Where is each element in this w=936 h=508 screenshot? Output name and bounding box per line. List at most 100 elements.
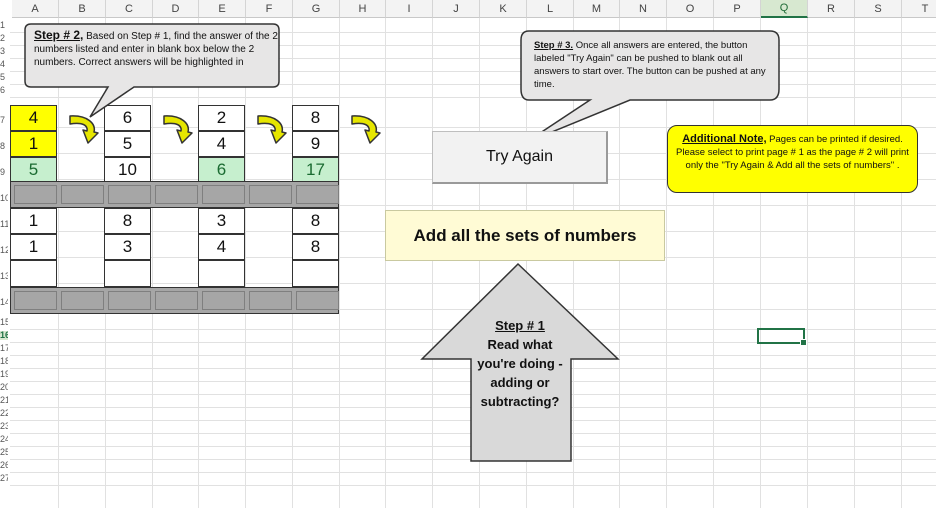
- column-header-f[interactable]: F: [246, 0, 293, 18]
- row-header-20[interactable]: 20: [0, 383, 8, 392]
- divider-segment: [296, 185, 339, 204]
- row-header-7[interactable]: 7: [0, 116, 8, 125]
- column-header-s[interactable]: S: [855, 0, 902, 18]
- column-header-c[interactable]: C: [106, 0, 153, 18]
- answer-cell[interactable]: 10: [104, 157, 151, 182]
- try-again-button[interactable]: Try Again: [432, 131, 608, 184]
- step1-line: Read what: [487, 337, 553, 352]
- step1-title: Step # 1: [495, 318, 545, 333]
- addend-bottom-cell[interactable]: 5: [104, 131, 151, 157]
- column-header-e[interactable]: E: [199, 0, 246, 18]
- column-header-t[interactable]: T: [902, 0, 936, 18]
- row-header-15[interactable]: 15: [0, 318, 8, 327]
- column-header-q[interactable]: Q: [761, 0, 808, 18]
- spreadsheet[interactable]: ABCDEFGHIJKLMNOPQRST 1 2 3 4 5 6 7 8 9 10 11 12 13 14…: [0, 0, 936, 508]
- addend-top-cell[interactable]: 3: [198, 208, 245, 234]
- row-header-10[interactable]: 10: [0, 194, 8, 203]
- column-header-b[interactable]: B: [59, 0, 106, 18]
- addend-bottom-cell[interactable]: 8: [292, 234, 339, 260]
- row-header-1[interactable]: 1: [0, 21, 8, 30]
- divider-segment: [249, 185, 292, 204]
- step3-text: Step # 3. Once all answers are entered, …: [534, 39, 772, 91]
- column-header-h[interactable]: H: [340, 0, 386, 18]
- addend-bottom-cell[interactable]: 4: [198, 234, 245, 260]
- row-header-14[interactable]: 14: [0, 298, 8, 307]
- answer-cell[interactable]: [10, 260, 57, 287]
- divider-segment: [108, 291, 151, 310]
- row-header-11[interactable]: 11: [0, 220, 8, 229]
- column-header-n[interactable]: N: [620, 0, 667, 18]
- row-header-18[interactable]: 18: [0, 357, 8, 366]
- divider-bar-2: [10, 287, 339, 314]
- row-header-4[interactable]: 4: [0, 60, 8, 69]
- column-header-k[interactable]: K: [480, 0, 527, 18]
- column-header-o[interactable]: O: [667, 0, 714, 18]
- answer-cell[interactable]: [292, 260, 339, 287]
- row-header-9[interactable]: 9: [0, 168, 8, 177]
- addend-top-cell[interactable]: 1: [10, 208, 57, 234]
- step2-title: Step # 2,: [34, 28, 84, 42]
- row-header-6[interactable]: 6: [0, 86, 8, 95]
- row-header-21[interactable]: 21: [0, 396, 8, 405]
- step2-text: Step # 2, Based on Step # 1, find the an…: [34, 29, 278, 69]
- row-header-23[interactable]: 23: [0, 422, 8, 431]
- answer-cell[interactable]: 17: [292, 157, 339, 182]
- addend-top-cell[interactable]: 8: [292, 105, 339, 131]
- addend-top-cell[interactable]: 8: [104, 208, 151, 234]
- row-header-5[interactable]: 5: [0, 73, 8, 82]
- addend-bottom-cell[interactable]: 1: [10, 234, 57, 260]
- row-header-17[interactable]: 17: [0, 344, 8, 353]
- divider-segment: [155, 291, 198, 310]
- addend-bottom-cell[interactable]: 1: [10, 131, 57, 157]
- divider-segment: [108, 185, 151, 204]
- addend-bottom-cell[interactable]: 9: [292, 131, 339, 157]
- curved-arrow-icon: [351, 115, 381, 144]
- divider-bar-1: [10, 181, 339, 208]
- additional-note: Additional Note, Pages can be printed if…: [667, 125, 918, 193]
- column-header-i[interactable]: I: [386, 0, 433, 18]
- column-header-a[interactable]: A: [12, 0, 59, 18]
- column-header-p[interactable]: P: [714, 0, 761, 18]
- divider-segment: [202, 185, 245, 204]
- divider-segment: [202, 291, 245, 310]
- divider-segment: [296, 291, 339, 310]
- step1-line: you're doing -: [477, 356, 563, 371]
- column-header-d[interactable]: D: [153, 0, 199, 18]
- row-header-25[interactable]: 25: [0, 448, 8, 457]
- answer-cell[interactable]: [104, 260, 151, 287]
- row-header-3[interactable]: 3: [0, 47, 8, 56]
- column-header-g[interactable]: G: [293, 0, 340, 18]
- step3-title: Step # 3.: [534, 40, 574, 51]
- divider-segment: [14, 291, 57, 310]
- answer-cell[interactable]: 6: [198, 157, 245, 182]
- row-header-8[interactable]: 8: [0, 142, 8, 151]
- column-header-l[interactable]: L: [527, 0, 574, 18]
- addend-bottom-cell[interactable]: 4: [198, 131, 245, 157]
- row-header-2[interactable]: 2: [0, 34, 8, 43]
- selected-cell[interactable]: [757, 328, 807, 346]
- step1-line: adding or: [490, 375, 550, 390]
- row-header-12[interactable]: 12: [0, 246, 8, 255]
- row-header-13[interactable]: 13: [0, 272, 8, 281]
- column-header-j[interactable]: J: [433, 0, 480, 18]
- addend-bottom-cell[interactable]: 3: [104, 234, 151, 260]
- divider-segment: [155, 185, 198, 204]
- row-header-27[interactable]: 27: [0, 474, 8, 483]
- column-header-m[interactable]: M: [574, 0, 620, 18]
- answer-cell[interactable]: 5: [10, 157, 57, 182]
- step1-line: subtracting?: [480, 394, 560, 409]
- row-header-22[interactable]: 22: [0, 409, 8, 418]
- column-header-r[interactable]: R: [808, 0, 855, 18]
- row-header-16[interactable]: 16: [0, 331, 8, 340]
- row-header-19[interactable]: 19: [0, 370, 8, 379]
- note-title: Additional Note,: [682, 133, 767, 145]
- divider-segment: [14, 185, 57, 204]
- divider-segment: [61, 185, 104, 204]
- step1-text: Step # 1 Read what you're doing - adding…: [462, 316, 578, 411]
- row-header-24[interactable]: 24: [0, 435, 8, 444]
- add-numbers-button[interactable]: Add all the sets of numbers: [385, 210, 665, 261]
- addend-top-cell[interactable]: 8: [292, 208, 339, 234]
- answer-cell[interactable]: [198, 260, 245, 287]
- row-header-26[interactable]: 26: [0, 461, 8, 470]
- divider-segment: [249, 291, 292, 310]
